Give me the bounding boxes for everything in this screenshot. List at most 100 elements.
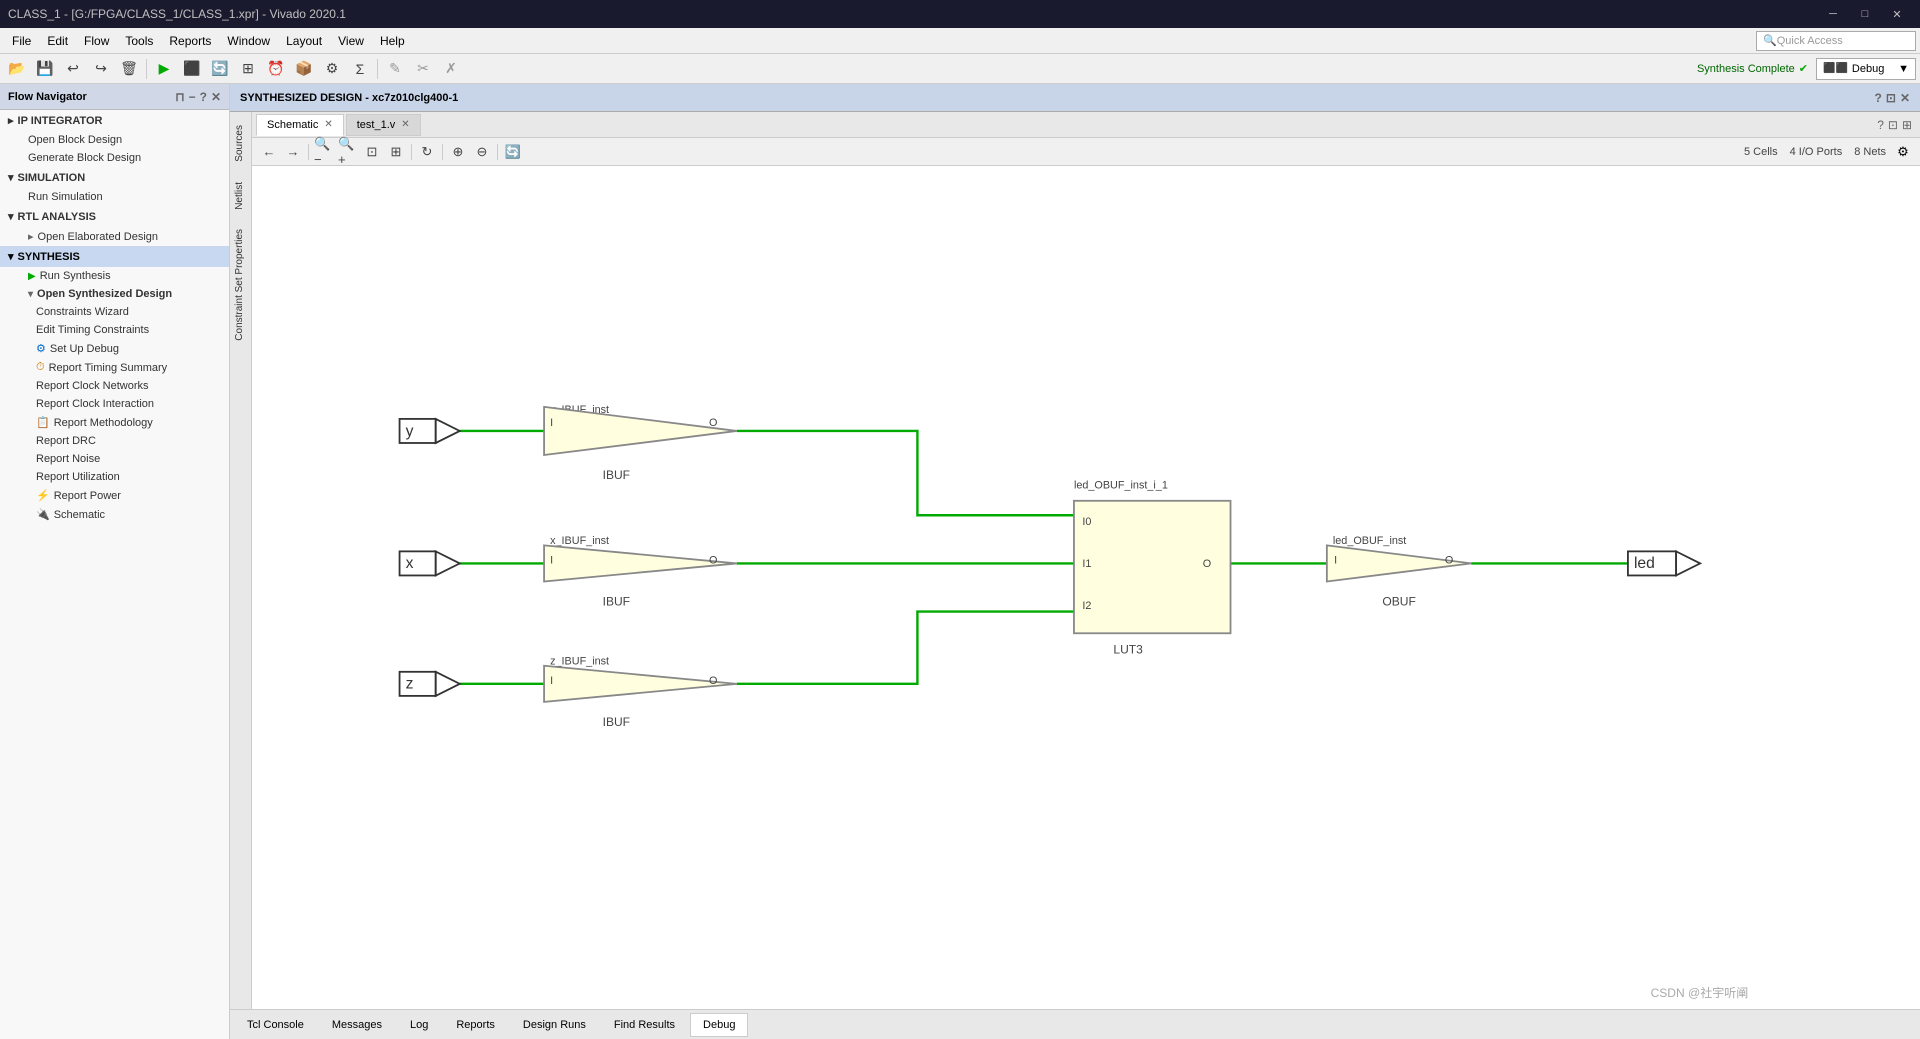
- undo-button[interactable]: ↩: [60, 57, 86, 81]
- btab-tcl-console[interactable]: Tcl Console: [234, 1013, 317, 1037]
- menu-file[interactable]: File: [4, 31, 39, 51]
- ip-button[interactable]: ⊞: [235, 57, 261, 81]
- btab-debug[interactable]: Debug: [690, 1013, 748, 1037]
- tab-area-expand-icon[interactable]: ⊞: [1902, 118, 1912, 132]
- maximize-button[interactable]: □: [1850, 4, 1880, 24]
- nav-schematic[interactable]: 🔌 Schematic: [0, 505, 229, 524]
- nav-forward-button[interactable]: →: [282, 141, 304, 163]
- expand-button[interactable]: ⊕: [447, 141, 469, 163]
- sch-sep-4: [497, 144, 498, 160]
- svg-text:IBUF: IBUF: [603, 715, 630, 729]
- nav-constraints-wizard[interactable]: Constraints Wizard: [0, 303, 229, 321]
- tab-area-question-icon[interactable]: ?: [1877, 118, 1884, 132]
- nav-back-button[interactable]: ←: [258, 141, 280, 163]
- schematic-settings-button[interactable]: ⚙: [1892, 141, 1914, 163]
- menu-flow[interactable]: Flow: [76, 31, 117, 51]
- nav-open-elaborated-design[interactable]: ▸ Open Elaborated Design: [0, 227, 229, 246]
- tab-test1v[interactable]: test_1.v ✕: [346, 114, 421, 136]
- nav-question-icon[interactable]: ?: [200, 90, 207, 104]
- svg-text:z: z: [406, 676, 414, 693]
- menu-reports[interactable]: Reports: [161, 31, 219, 51]
- svg-text:I: I: [550, 417, 553, 429]
- settings-button[interactable]: ⚙: [319, 57, 345, 81]
- menu-layout[interactable]: Layout: [278, 31, 330, 51]
- tab-test1v-close[interactable]: ✕: [401, 119, 409, 130]
- nav-section-synthesis[interactable]: ▾ SYNTHESIS: [0, 246, 229, 267]
- panel-close-icon[interactable]: ✕: [1900, 91, 1910, 105]
- zoom-in-button[interactable]: 🔍+: [337, 141, 359, 163]
- schematic-icon: 🔌: [36, 508, 50, 521]
- panel-float-icon[interactable]: ⊡: [1886, 91, 1896, 105]
- vtab-sources[interactable]: Sources: [230, 116, 251, 171]
- btab-messages[interactable]: Messages: [319, 1013, 395, 1037]
- panel-question-icon[interactable]: ?: [1875, 91, 1882, 105]
- debug-dropdown[interactable]: ⬛⬛ Debug ▼: [1816, 58, 1916, 80]
- zoom-out-button[interactable]: 🔍−: [313, 141, 335, 163]
- nav-minus-icon[interactable]: −: [189, 90, 196, 104]
- nav-run-simulation[interactable]: Run Simulation: [0, 188, 229, 206]
- minimize-button[interactable]: ─: [1818, 4, 1848, 24]
- nav-report-clock-networks[interactable]: Report Clock Networks: [0, 377, 229, 395]
- tab-schematic[interactable]: Schematic ✕: [256, 114, 344, 136]
- open-project-button[interactable]: 📂: [4, 57, 30, 81]
- nav-edit-timing-constraints[interactable]: Edit Timing Constraints: [0, 321, 229, 339]
- collapse-button[interactable]: ⊖: [471, 141, 493, 163]
- menu-help[interactable]: Help: [372, 31, 413, 51]
- save-button[interactable]: 💾: [32, 57, 58, 81]
- select-button[interactable]: ⊞: [385, 141, 407, 163]
- run-synthesis-icon: ▶: [28, 271, 36, 282]
- tab-schematic-close[interactable]: ✕: [324, 119, 332, 130]
- refresh-button[interactable]: 🔄: [207, 57, 233, 81]
- nav-section-rtl[interactable]: ▾ RTL ANALYSIS: [0, 206, 229, 227]
- nav-section-simulation[interactable]: ▾ SIMULATION: [0, 167, 229, 188]
- vtab-netlist[interactable]: Netlist: [230, 173, 251, 219]
- nav-report-utilization[interactable]: Report Utilization: [0, 468, 229, 486]
- btab-reports[interactable]: Reports: [443, 1013, 508, 1037]
- clock-button[interactable]: ⏰: [263, 57, 289, 81]
- nav-report-methodology[interactable]: 📋 Report Methodology: [0, 413, 229, 432]
- rotate-button[interactable]: ↻: [416, 141, 438, 163]
- nav-run-synthesis[interactable]: ▶ Run Synthesis: [0, 267, 229, 285]
- nav-section-ip[interactable]: ▸ IP INTEGRATOR: [0, 110, 229, 131]
- nav-report-clock-interaction[interactable]: Report Clock Interaction: [0, 395, 229, 413]
- nav-open-block-design[interactable]: Open Block Design: [0, 131, 229, 149]
- btab-log[interactable]: Log: [397, 1013, 441, 1037]
- close-button[interactable]: ✕: [1882, 4, 1912, 24]
- nav-report-power[interactable]: ⚡ Report Power: [0, 486, 229, 505]
- menu-edit[interactable]: Edit: [39, 31, 76, 51]
- debug3-button[interactable]: ✗: [438, 57, 464, 81]
- nav-report-drc[interactable]: Report DRC: [0, 432, 229, 450]
- menu-window[interactable]: Window: [219, 31, 278, 51]
- nav-open-synthesized-design[interactable]: ▾ Open Synthesized Design: [0, 285, 229, 303]
- redo-button[interactable]: ↪: [88, 57, 114, 81]
- nav-pin-icon[interactable]: ⊓: [175, 90, 184, 104]
- delete-button[interactable]: 🗑: [116, 57, 142, 81]
- nav-set-up-debug[interactable]: ⚙ Set Up Debug: [0, 339, 229, 358]
- nav-report-noise[interactable]: Report Noise: [0, 450, 229, 468]
- search-box[interactable]: 🔍 Quick Access: [1756, 31, 1916, 51]
- tab-area-float-icon[interactable]: ⊡: [1888, 118, 1898, 132]
- package-button[interactable]: 📦: [291, 57, 317, 81]
- stats-button[interactable]: Σ: [347, 57, 373, 81]
- program-button[interactable]: ⬛: [179, 57, 205, 81]
- run-button[interactable]: ▶: [151, 57, 177, 81]
- nets-stat: 8 Nets: [1854, 146, 1886, 158]
- schematic-canvas[interactable]: y x z y_IBUF_inst I O: [252, 166, 1920, 1009]
- vtab-constraint-set[interactable]: Constraint Set Properties: [230, 220, 251, 350]
- debug1-button[interactable]: ✎: [382, 57, 408, 81]
- nav-section-collapse-synth: ▾: [8, 250, 14, 263]
- btab-design-runs[interactable]: Design Runs: [510, 1013, 599, 1037]
- nav-close-icon[interactable]: ✕: [211, 90, 221, 104]
- menu-tools[interactable]: Tools: [117, 31, 161, 51]
- nav-generate-block-design[interactable]: Generate Block Design: [0, 149, 229, 167]
- svg-text:I0: I0: [1082, 516, 1091, 528]
- refresh-sch-button[interactable]: 🔄: [502, 141, 524, 163]
- svg-text:led: led: [1634, 555, 1655, 572]
- btab-find-results[interactable]: Find Results: [601, 1013, 688, 1037]
- debug2-button[interactable]: ✂: [410, 57, 436, 81]
- menu-view[interactable]: View: [330, 31, 372, 51]
- nav-report-timing-summary[interactable]: ⏱ Report Timing Summary: [0, 358, 229, 377]
- svg-text:I2: I2: [1082, 600, 1091, 612]
- svg-text:I: I: [1334, 554, 1337, 566]
- fit-button[interactable]: ⊡: [361, 141, 383, 163]
